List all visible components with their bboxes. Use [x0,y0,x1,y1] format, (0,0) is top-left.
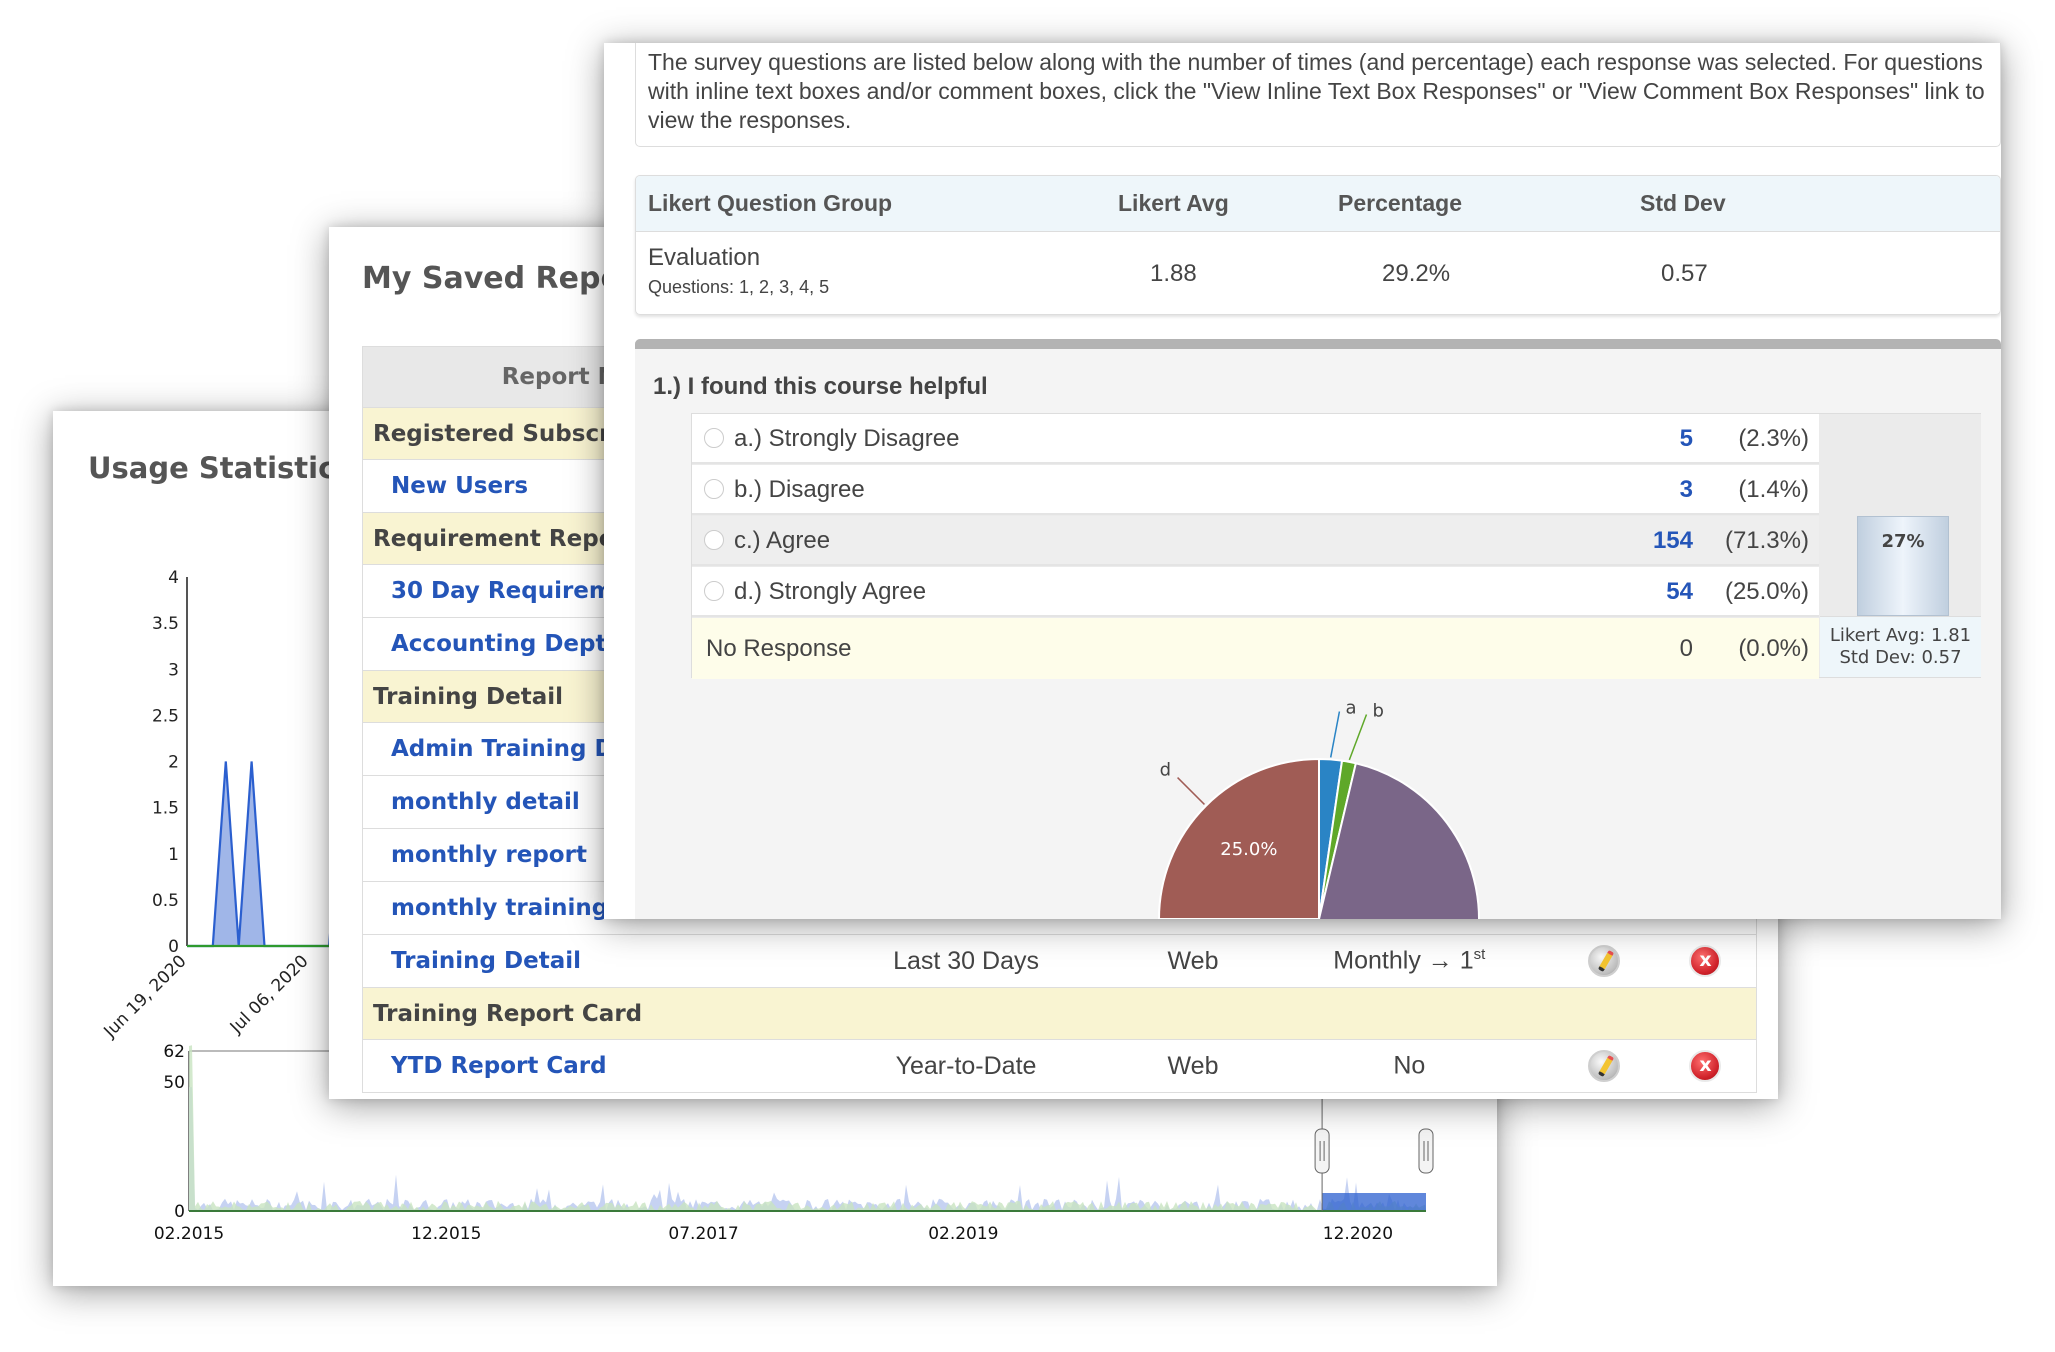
navigator-x-tick: 02.2015 [154,1224,224,1244]
navigator-selected-data [1322,1193,1426,1211]
report-format: Web [1120,934,1266,988]
pie-label-d: d [1160,760,1171,781]
response-pie-chart: a b d 25.0% [1157,698,1480,919]
navigator-y-tick: 62 [163,1042,185,1062]
report-scheduled: Monthly → 1st [1265,934,1554,988]
x-tick-label: Jul 06, 2020 [226,951,313,1038]
handle-grip [1418,1128,1434,1174]
navigator-x-tick: 12.2020 [1323,1224,1393,1244]
report-format: Web [1120,1039,1266,1093]
y-tick-label: 1 [168,845,179,865]
pie-label-b: b [1372,701,1383,722]
y-tick-label: 0.5 [152,891,179,911]
report-group-row: Training Report Card [362,987,1757,1040]
survey-results-panel: The survey questions are listed below al… [604,43,2001,919]
navigator-right-handle[interactable] [1418,1128,1434,1174]
navigator-y-tick: 50 [163,1073,185,1093]
y-tick-label: 1.5 [152,799,179,819]
report-scheduled-text: Monthly → 1 [1333,946,1474,975]
report-group-label: Training Report Card [362,987,1757,1040]
navigator-series-blue [189,1087,1426,1211]
report-name-link[interactable]: Training Detail [362,934,812,988]
x-tick-label: Jun 19, 2020 [100,951,191,1042]
delete-x-icon[interactable]: x [1689,945,1722,977]
edit-pencil-icon[interactable] [1588,1050,1621,1082]
y-tick-label: 2 [168,753,179,773]
handle-grip [1314,1128,1330,1174]
y-tick-label: 3.5 [152,614,179,634]
navigator-y-tick: 0 [174,1202,185,1222]
pie-label-line-b [1348,714,1368,761]
edit-pencil-icon[interactable] [1588,945,1621,977]
report-date-range: Last 30 Days [811,934,1121,988]
y-tick-label: 4 [168,568,179,588]
delete-x-icon[interactable]: x [1689,1050,1722,1082]
report-scheduled-suffix: st [1473,946,1486,964]
report-row: YTD Report Card Year-to-Date Web No x [362,1039,1757,1093]
navigator-left-handle[interactable] [1314,1128,1330,1174]
report-row: Training Detail Last 30 Days Web Monthly → … [362,934,1757,988]
navigator-x-tick: 12.2015 [411,1224,481,1244]
y-tick-label: 2.5 [152,706,179,726]
navigator-x-tick: 07.2017 [668,1224,738,1244]
report-scheduled: No [1265,1039,1554,1093]
pie-label-line-a [1329,711,1341,758]
y-tick-label: 3 [168,660,179,680]
pie-label-line-d [1177,777,1205,805]
pie-data-label-d: 25.0% [1220,839,1277,860]
report-name-link[interactable]: YTD Report Card [362,1039,812,1093]
report-date-range: Year-to-Date [811,1039,1121,1093]
pie-label-a: a [1345,698,1356,719]
navigator-x-tick: 02.2019 [928,1224,998,1244]
report-scheduled-text: No [1393,1051,1426,1080]
